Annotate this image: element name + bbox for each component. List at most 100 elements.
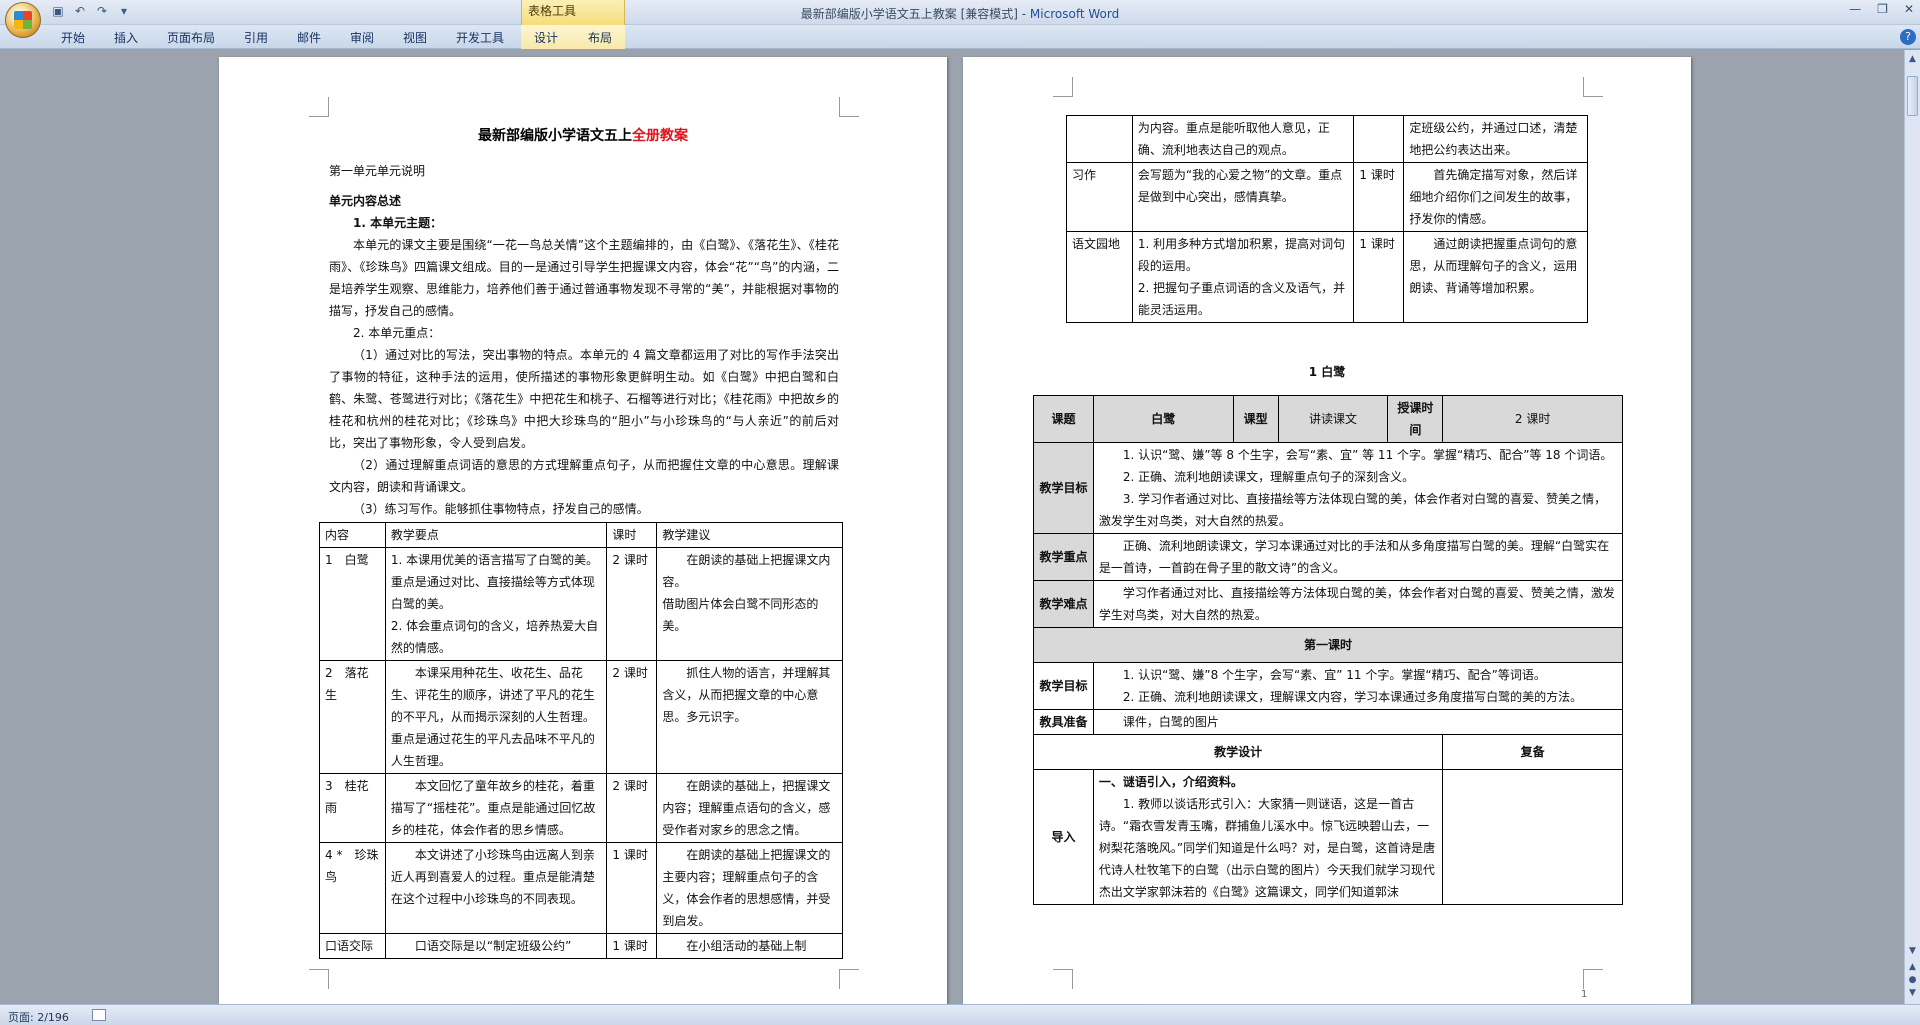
lesson-plan-table: 课题 白鹭 课型 讲读课文 授课时间 2 课时 教学目标 1. 认识“鹭、嫌”等…: [1032, 395, 1624, 905]
table-cell-advice: 抓住人物的语言，并理解其含义，从而把握文章的中心意思。多元识字。: [656, 660, 843, 774]
previous-page-icon[interactable]: ▲: [1907, 962, 1918, 973]
tab-insert[interactable]: 插入: [114, 29, 138, 46]
table-cell-points: 1. 利用多种方式增加积累，提高对词句段的运用。 2. 把握句子重点词语的含义及…: [1131, 231, 1355, 323]
intro-cell: 一、谜语引入，介绍资料。 1. 教师以谈话形式引入：大家猜一则谜语，这是一首古诗…: [1092, 769, 1444, 905]
difficulty-label: 教学难点: [1033, 580, 1094, 628]
table-cell-points: 会写题为“我的心爱之物”的文章。重点是做到中心突出，感情真挚。: [1131, 162, 1355, 232]
tab-home[interactable]: 开始: [61, 29, 85, 46]
margin-corner: [1583, 77, 1603, 97]
office-button[interactable]: [5, 2, 41, 38]
table-cell-advice: 定班级公约，并通过口述，清楚地把公约表达出来。: [1403, 115, 1588, 163]
focus-row: 教学重点 正确、流利地朗读课文，学习本课通过对比的手法和从多角度描写白鹭的美。理…: [1033, 533, 1624, 581]
tab-references[interactable]: 引用: [244, 29, 268, 46]
table-cell-hours: 2 课时: [606, 660, 658, 774]
tab-developer[interactable]: 开发工具: [456, 29, 504, 46]
prep-cell: 课件，白鹭的图片: [1092, 709, 1624, 735]
table-cell-content: 口语交际: [319, 933, 386, 959]
document-page-1: 最新部编版小学语文五上全册教案 第一单元单元说明 单元内容总述 1. 本单元主题…: [219, 57, 947, 1004]
table-header-row: 内容 教学要点 课时 教学建议: [319, 522, 843, 548]
window-title: 最新部编版小学语文五上教案 [兼容模式] - Microsoft Word: [0, 5, 1920, 22]
table-row: 2 落花生 本课采用种花生、收花生、品花生、评花生的顺序，讲述了平凡的花生的不平…: [319, 660, 843, 774]
page-indicator[interactable]: 页面: 2/196: [8, 1009, 69, 1025]
tab-view[interactable]: 视图: [403, 29, 427, 46]
table-row: 口语交际 口语交际是以“制定班级公约” 1 课时 在小组活动的基础上制: [319, 933, 843, 959]
table-cell-points: 本课采用种花生、收花生、品花生、评花生的顺序，讲述了平凡的花生的不平凡，从而揭示…: [384, 660, 608, 774]
difficulty-cell: 学习作者通过对比、直接描绘等方法体现白鹭的美，体会作者对白鹭的喜爱、赞美之情，激…: [1092, 580, 1624, 628]
focus-paragraph-3: （3）练习写作。能够抓住事物特点，抒发自己的感情。: [353, 502, 649, 516]
table-cell-points: 1. 本课用优美的语言描写了白鹭的美。重点是通过对比、直接描绘等方式体现白鹭的美…: [384, 547, 608, 661]
table-cell-hours: [1353, 115, 1405, 163]
document-page-2: 为内容。重点是能听取他人意见，正确、流利地表达自己的观点。 定班级公约，并通过口…: [963, 57, 1691, 1004]
intro-heading: 一、谜语引入，介绍资料。: [1098, 775, 1243, 789]
table-header-cell: 教学要点: [384, 522, 608, 548]
table-header-cell: 课时: [606, 522, 658, 548]
window-controls: — ❐ ✕: [1849, 2, 1914, 16]
table-cell-hours: 2 课时: [606, 547, 658, 661]
margin-corner: [1053, 969, 1073, 989]
tab-layout[interactable]: 布局: [588, 29, 612, 46]
table-cell-advice: 在朗读的基础上把握课文内容。 借助图片体会白鹭不同形态的美。: [656, 547, 843, 661]
tab-mailings[interactable]: 邮件: [297, 29, 321, 46]
intro-row: 导入 一、谜语引入，介绍资料。 1. 教师以谈话形式引入：大家猜一则谜语，这是一…: [1033, 769, 1623, 905]
table-header-cell: 教学建议: [656, 522, 843, 548]
table-row: 为内容。重点是能听取他人意见，正确、流利地表达自己的观点。 定班级公约，并通过口…: [1066, 115, 1588, 163]
title-main-text: 最新部编版小学语文五上: [478, 128, 632, 144]
scroll-up-icon[interactable]: ▲: [1907, 54, 1918, 65]
table-cell-hours: 1 课时: [1353, 162, 1405, 232]
app-name: Microsoft Word: [1029, 7, 1120, 21]
margin-corner: [839, 969, 859, 989]
table-cell-advice: 在朗读的基础上把握课文的主要内容；理解重点句子的含义，体会作者的思想感情，并受到…: [656, 842, 843, 934]
period-title: 第一课时: [1033, 627, 1623, 663]
maximize-icon[interactable]: ❐: [1877, 2, 1888, 16]
table-cell-advice: 在朗读的基础上，把握课文内容；理解重点语句的含义，感受作者对家乡的思念之情。: [656, 773, 843, 843]
unit-plan-table: 内容 教学要点 课时 教学建议 1 白鹭 1. 本课用优美的语言描写了白鹭的美。…: [319, 522, 843, 959]
help-icon[interactable]: ?: [1900, 29, 1916, 45]
margin-corner: [839, 97, 859, 117]
margin-corner: [309, 97, 329, 117]
difficulty-row: 教学难点 学习作者通过对比、直接描绘等方法体现白鹭的美，体会作者对白鹭的喜爱、赞…: [1033, 580, 1624, 628]
focus-cell: 正确、流利地朗读课文，学习本课通过对比的手法和从多角度描写白鹭的美。理解“白鹭实…: [1092, 533, 1624, 581]
vertical-scrollbar[interactable]: ▲ ▼ ▲ ● ▼: [1904, 50, 1920, 1004]
type-value: 讲读课文: [1277, 395, 1389, 443]
next-page-icon[interactable]: ▼: [1907, 988, 1918, 999]
period-row: 第一课时: [1033, 627, 1623, 663]
scrollbar-thumb[interactable]: [1907, 76, 1918, 116]
goals-cell: 1. 认识“鹭、嫌”等 8 个生字，会写“素、宜” 等 11 个字。掌握“精巧、…: [1092, 442, 1624, 534]
lesson-header-row: 课题 白鹭 课型 讲读课文 授课时间 2 课时: [1033, 395, 1623, 443]
table-cell-advice: 通过朗读把握重点词句的意思，从而理解句子的含义，运用朗读、背诵等增加积累。: [1403, 231, 1588, 323]
close-icon[interactable]: ✕: [1904, 2, 1914, 16]
table-row: 3 桂花雨 本文回忆了童年故乡的桂花，着重描写了“摇桂花”。重点是能通过回忆故乡…: [319, 773, 843, 843]
focus-paragraph-1: （1）通过对比的写法，突出事物的特点。本单元的 4 篇文章都运用了对比的写作手法…: [329, 348, 839, 450]
table-row: 1 白鹭 1. 本课用优美的语言描写了白鹭的美。重点是通过对比、直接描绘等方式体…: [319, 547, 843, 661]
goal-item: 2. 正确、流利地朗读课文，理解重点句子的深刻含义。: [1122, 470, 1415, 484]
page-number: 1: [1581, 989, 1588, 1000]
table-row: 习作 会写题为“我的心爱之物”的文章。重点是做到中心突出，感情真挚。 1 课时 …: [1066, 162, 1588, 232]
unit-plan-table-continued: 为内容。重点是能听取他人意见，正确、流利地表达自己的观点。 定班级公约，并通过口…: [1066, 115, 1588, 323]
tab-page-layout[interactable]: 页面布局: [167, 29, 215, 46]
intro-label: 导入: [1033, 769, 1094, 905]
period-goals-row: 教学目标 1. 认识“鹭、嫌”8 个生字，会写“素、宜” 11 个字。掌握“精巧…: [1033, 662, 1624, 710]
table-cell-content: 习作: [1066, 162, 1133, 232]
theme-paragraph: 本单元的课文主要是围绕“一花一鸟总关情”这个主题编排的，由《白鹭》、《落花生》、…: [329, 238, 839, 318]
prep-label: 教具准备: [1033, 709, 1094, 735]
minimize-icon[interactable]: —: [1849, 2, 1861, 16]
period-goals-cell: 1. 认识“鹭、嫌”8 个生字，会写“素、宜” 11 个字。掌握“精巧、配合”等…: [1092, 662, 1624, 710]
table-cell-content: 1 白鹭: [319, 547, 386, 661]
table-cell-hours: 1 课时: [606, 842, 658, 934]
select-browse-object-icon[interactable]: ●: [1907, 975, 1918, 986]
table-cell-content: 4 * 珍珠鸟: [319, 842, 386, 934]
unit-label: 第一单元单元说明: [329, 164, 426, 178]
table-cell-content: [1066, 115, 1133, 163]
table-cell-hours: 2 课时: [606, 773, 658, 843]
tab-review[interactable]: 审阅: [350, 29, 374, 46]
intro-text: 1. 教师以谈话形式引入：大家猜一则谜语，这是一首古诗。“霜衣雪发青玉嘴，群捕鱼…: [1098, 797, 1436, 899]
time-label: 授课时间: [1387, 395, 1444, 443]
lesson-title: 1 白鹭: [1308, 365, 1346, 379]
scroll-down-icon[interactable]: ▼: [1907, 946, 1918, 957]
proofing-icon[interactable]: [92, 1009, 106, 1021]
table-cell-content: 语文园地: [1066, 231, 1133, 323]
goal-item: 1. 认识“鹭、嫌”8 个生字，会写“素、宜” 11 个字。掌握“精巧、配合”等…: [1122, 668, 1546, 682]
tab-design[interactable]: 设计: [534, 29, 558, 46]
ribbon-tabs: 开始 插入 页面布局 引用 邮件 审阅 视图 开发工具 设计 布局: [0, 25, 1920, 49]
prep-row: 教具准备 课件，白鹭的图片: [1033, 709, 1624, 735]
